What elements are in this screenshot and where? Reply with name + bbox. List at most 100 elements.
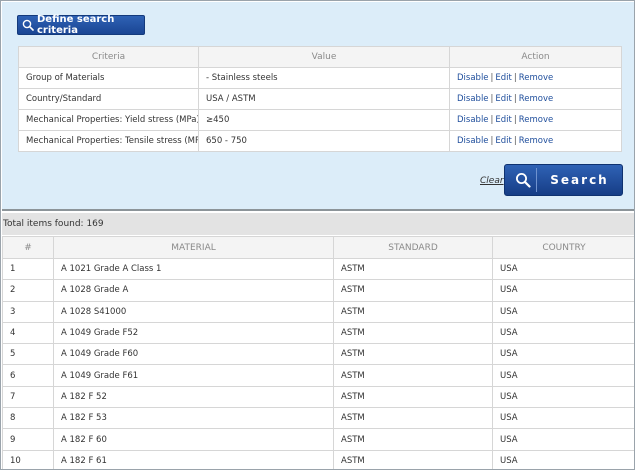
row-number: 5 <box>2 343 54 366</box>
standard-cell: ASTM <box>333 385 493 409</box>
value-column-header: Value <box>198 46 450 68</box>
material-cell[interactable]: A 1049 Grade F52 <box>53 321 334 345</box>
disable-link[interactable]: Disable <box>457 94 489 104</box>
table-row[interactable]: 6A 1049 Grade F61 ASTM USA <box>2 364 634 387</box>
action-separator: | <box>513 73 517 83</box>
country-cell: USA <box>492 385 634 409</box>
criteria-value: ≥450 <box>198 109 450 131</box>
table-row[interactable]: 2A 1028 Grade A ASTM USA <box>2 279 634 302</box>
total-items-bar: Total items found: 169 <box>2 213 634 235</box>
criteria-header-row: Criteria Value Action <box>18 46 622 68</box>
criteria-name: Group of Materials <box>18 67 199 89</box>
standard-cell: ASTM <box>333 343 493 366</box>
table-row[interactable]: 5A 1049 Grade F60 ASTM USA <box>2 343 634 366</box>
search-criteria-panel: Define search criteria Criteria Value Ac… <box>2 2 634 211</box>
material-cell[interactable]: A 182 F 60 <box>53 428 334 451</box>
table-row[interactable]: 10 A 182 F 61 ASTM USA <box>2 449 634 469</box>
material-cell[interactable]: A 182 F 53 <box>53 407 334 430</box>
standard-cell: ASTM <box>333 407 493 430</box>
disable-link[interactable]: Disable <box>457 115 489 125</box>
define-search-criteria-label: Define search criteria <box>37 14 115 36</box>
action-separator: | <box>513 136 517 146</box>
criteria-actions: Disable | Edit | Remove <box>449 67 622 89</box>
edit-link[interactable]: Edit <box>495 115 511 125</box>
standard-cell: ASTM <box>333 449 493 469</box>
criteria-name: Mechanical Properties: Yield stress (MPa… <box>18 109 199 131</box>
table-row[interactable]: 1A 1021 Grade A Class 1 ASTM USA <box>2 257 634 281</box>
table-row[interactable]: 8A 182 F 53 ASTM USA <box>2 407 634 430</box>
table-row[interactable]: 9A 182 F 60 ASTM USA <box>2 428 634 451</box>
country-cell: USA <box>492 257 634 281</box>
results-header-row: # MATERIAL STANDARD COUNTRY <box>2 236 634 259</box>
row-number: 6 <box>2 364 54 387</box>
standard-column-header[interactable]: STANDARD <box>333 236 493 259</box>
country-column-header[interactable]: COUNTRY <box>492 236 634 259</box>
row-number: 10 <box>2 449 54 469</box>
country-cell: USA <box>492 364 634 387</box>
table-row[interactable]: 3A 1028 S41000 ASTM USA <box>2 300 634 323</box>
row-number: 1 <box>2 257 54 281</box>
criteria-value: - Stainless steels <box>198 67 450 89</box>
row-number: 4 <box>2 321 54 345</box>
row-number: 3 <box>2 300 54 323</box>
material-cell[interactable]: A 182 F 61 <box>53 449 334 469</box>
action-column-header: Action <box>449 46 622 68</box>
material-cell[interactable]: A 1028 Grade A <box>53 279 334 302</box>
country-cell: USA <box>492 279 634 302</box>
criteria-row: Mechanical Properties: Tensile stress (M… <box>18 130 622 152</box>
remove-link[interactable]: Remove <box>519 136 554 146</box>
criteria-value: 650 - 750 <box>198 130 450 152</box>
clear-link[interactable]: Clear <box>480 176 504 186</box>
row-number: 2 <box>2 279 54 302</box>
total-items-text: Total items found: 169 <box>3 219 104 229</box>
standard-cell: ASTM <box>333 428 493 451</box>
disable-link[interactable]: Disable <box>457 136 489 146</box>
standard-cell: ASTM <box>333 321 493 345</box>
country-cell: USA <box>492 449 634 469</box>
criteria-actions: Disable | Edit | Remove <box>449 130 622 152</box>
criteria-row: Country/Standard USA / ASTM Disable | Edit | R… <box>18 88 622 110</box>
row-number: 9 <box>2 428 54 451</box>
material-cell[interactable]: A 1049 Grade F60 <box>53 343 334 366</box>
row-number: 8 <box>2 407 54 430</box>
search-icon <box>22 19 34 31</box>
criteria-row: Group of Materials - Stainless steels Disa… <box>18 67 622 89</box>
country-cell: USA <box>492 428 634 451</box>
edit-link[interactable]: Edit <box>495 136 511 146</box>
material-cell[interactable]: A 1021 Grade A Class 1 <box>53 257 334 281</box>
country-cell: USA <box>492 321 634 345</box>
criteria-row: Mechanical Properties: Yield stress (MPa… <box>18 109 622 131</box>
row-number: 7 <box>2 385 54 409</box>
action-separator: | <box>513 115 517 125</box>
action-separator: | <box>513 94 517 104</box>
country-cell: USA <box>492 300 634 323</box>
criteria-name: Country/Standard <box>18 88 199 110</box>
app-frame: Define search criteria Criteria Value Ac… <box>0 0 635 470</box>
results-table: # MATERIAL STANDARD COUNTRY 1A 1021 Grad… <box>2 236 634 469</box>
criteria-actions: Disable | Edit | Remove <box>449 88 622 110</box>
country-cell: USA <box>492 343 634 366</box>
criteria-table: Criteria Value Action Group of Materials… <box>18 46 622 152</box>
disable-link[interactable]: Disable <box>457 73 489 83</box>
remove-link[interactable]: Remove <box>519 115 554 125</box>
edit-link[interactable]: Edit <box>495 73 511 83</box>
material-cell[interactable]: A 182 F 52 <box>53 385 334 409</box>
edit-link[interactable]: Edit <box>495 94 511 104</box>
country-cell: USA <box>492 407 634 430</box>
remove-link[interactable]: Remove <box>519 94 554 104</box>
define-search-criteria-button[interactable]: Define search criteria <box>17 14 145 36</box>
standard-cell: ASTM <box>333 364 493 387</box>
standard-cell: ASTM <box>333 279 493 302</box>
standard-cell: ASTM <box>333 257 493 281</box>
remove-link[interactable]: Remove <box>519 73 554 83</box>
material-column-header[interactable]: MATERIAL <box>53 236 334 259</box>
standard-cell: ASTM <box>333 300 493 323</box>
table-row[interactable]: 7A 182 F 52 ASTM USA <box>2 385 634 409</box>
criteria-name: Mechanical Properties: Tensile stress (M… <box>18 130 199 152</box>
material-cell[interactable]: A 1049 Grade F61 <box>53 364 334 387</box>
search-button-label: Search <box>550 173 609 187</box>
table-row[interactable]: 4A 1049 Grade F52 ASTM USA <box>2 321 634 345</box>
search-button[interactable]: Search <box>504 164 623 196</box>
material-cell[interactable]: A 1028 S41000 <box>53 300 334 323</box>
search-icon <box>509 168 537 192</box>
